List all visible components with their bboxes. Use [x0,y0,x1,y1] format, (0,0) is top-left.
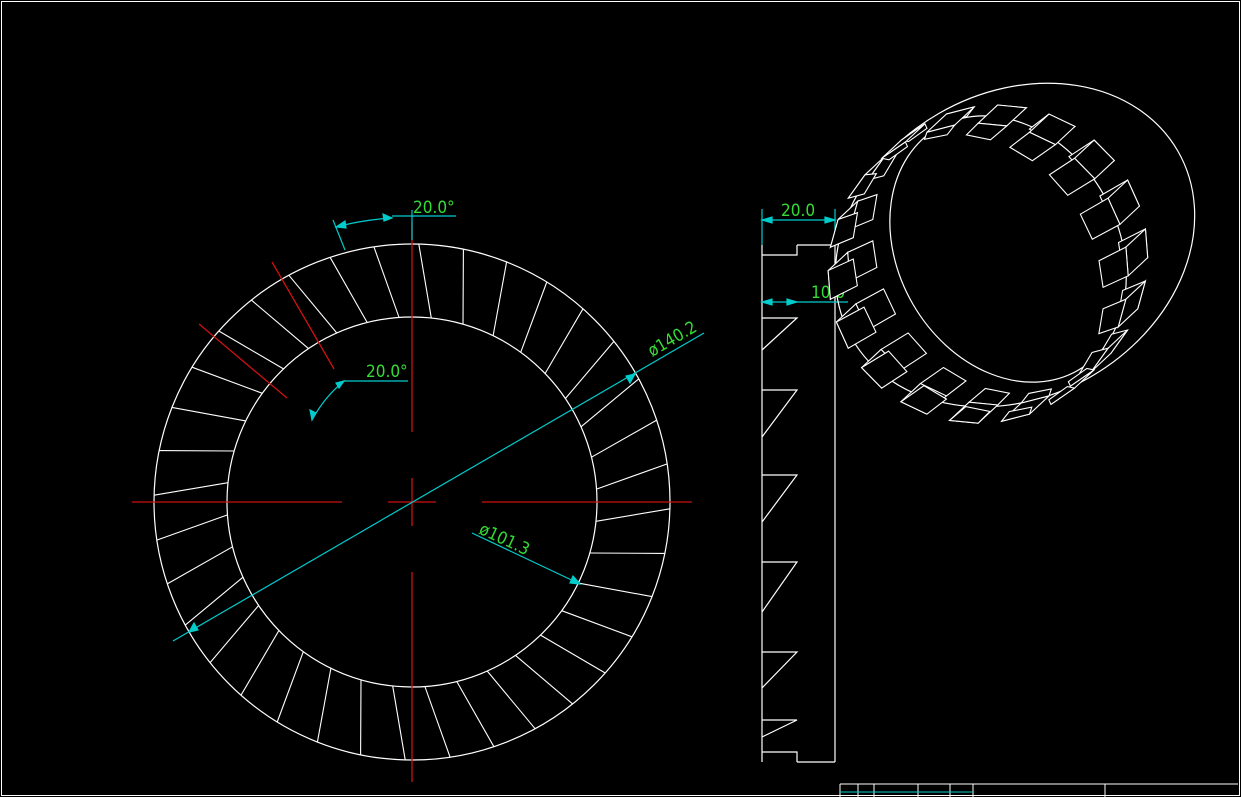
tooth-line [251,299,309,350]
diameter-outer-text: ø140.2 [645,317,701,361]
angle-dimension-inner [309,380,408,422]
tooth-line [373,246,400,318]
tooth-line [209,605,260,663]
tooth-line [596,463,668,490]
tooth-line [167,546,233,585]
tooth-line [418,244,432,319]
tooth-line [520,281,548,353]
diameter-inner-text: ø101.3 [476,519,533,560]
tooth-line [492,261,508,336]
diameter-arrow-outer-2 [187,621,199,633]
tooth-line [578,582,653,598]
width-arrow-right [824,216,838,224]
diameter-line-outer [172,332,705,642]
tooth-line [561,610,633,638]
tooth-line [540,634,606,674]
tooth-line [329,257,368,323]
front-view: 20.0° 20.0° ø140.2 ø101.3 [132,198,705,782]
angle-arrow-outer-2 [334,219,347,229]
tooth-line [580,378,640,428]
angle-dim-outer-text: 20.0° [413,198,455,218]
tooth-line [191,366,263,394]
tooth-line [156,514,228,541]
tooth-line [240,630,280,696]
diameter-arrow-outer-1 [625,373,637,385]
tooth-line [515,654,573,705]
depth-arrow-left [759,298,773,306]
diameter-dimension-outer [172,332,705,642]
tooth-line [218,330,284,370]
tooth-line [456,681,495,747]
isometric-view [827,82,1196,424]
iso-outer-back-ellipse [834,82,1196,408]
tooth-line [184,576,244,626]
width-arrow-left [759,216,773,224]
tooth-line [424,686,451,758]
cad-drawing-canvas: 20.0° 20.0° ø140.2 ø101.3 20.0 10.0 [1,1,1240,797]
tooth-line [544,308,584,374]
tooth-line [392,685,406,760]
angle-arrow-outer-1 [382,213,394,222]
tooth-line [276,651,304,723]
tooth-line [154,482,229,496]
diameter-arrow-inner [569,574,582,585]
side-width-text: 20.0 [781,201,815,221]
tooth-line [595,508,670,522]
tooth-line [486,670,536,730]
side-tooth-profile [761,245,799,762]
angle-arrow-inner-1 [309,408,317,422]
tooth-line [591,419,657,458]
construction-line-2 [198,323,288,399]
tooth-line [316,668,332,743]
depth-arrow-right [786,298,800,306]
angle-dim-inner-text: 20.0° [366,362,408,382]
tooth-line [171,406,246,422]
iso-tooth-front [880,141,909,161]
